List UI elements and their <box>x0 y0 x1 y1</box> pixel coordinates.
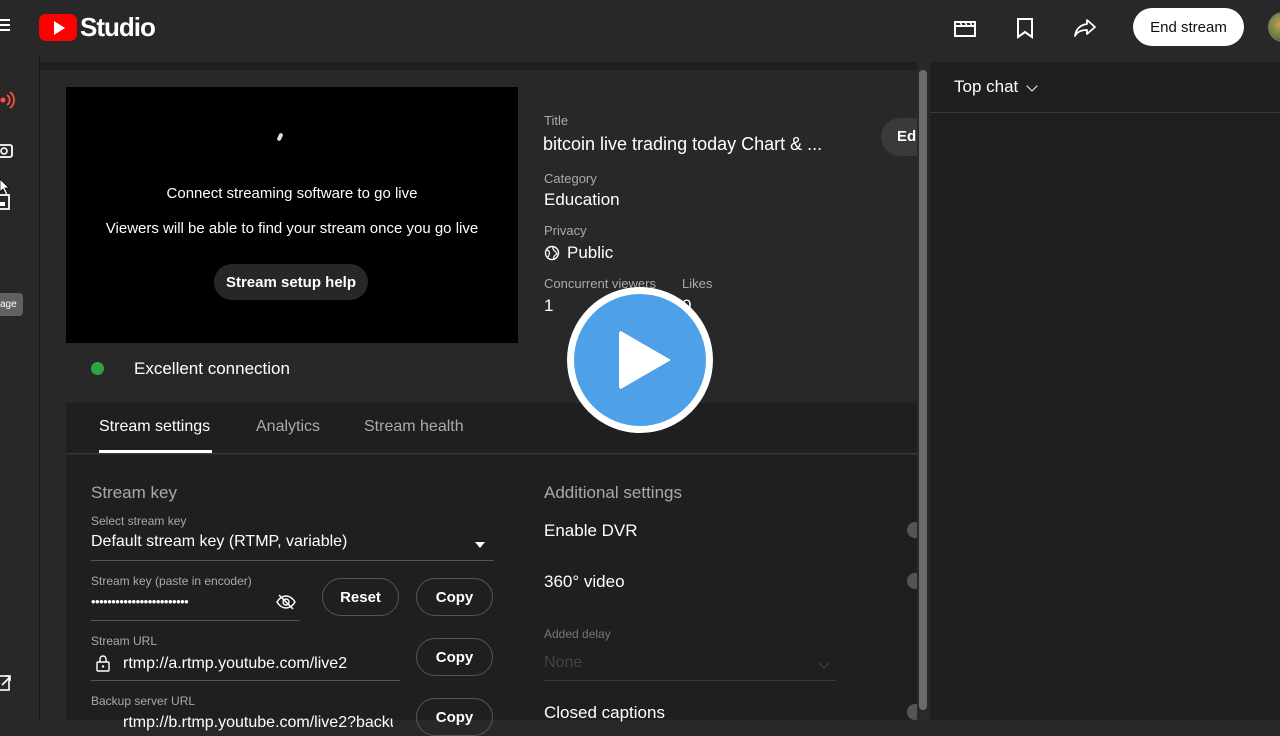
top-bar: Studio End stream <box>0 0 1280 56</box>
likes-label: Likes <box>682 276 713 291</box>
copy-backup-url-button[interactable]: Copy <box>416 698 493 736</box>
main-top-divider <box>40 62 917 70</box>
live-broadcast-icon[interactable] <box>0 90 16 110</box>
stream-key-label: Stream key (paste in encoder) <box>91 574 252 588</box>
additional-settings-heading: Additional settings <box>544 483 682 502</box>
dropdown-arrow-icon[interactable] <box>475 542 485 548</box>
preview-message-primary: Connect streaming software to go live <box>166 185 418 202</box>
stream-key-input[interactable]: •••••••••••••••••••••••• <box>91 594 189 609</box>
video-play-overlay[interactable] <box>567 287 713 433</box>
youtube-play-logo-icon <box>39 14 77 41</box>
added-delay-label: Added delay <box>544 627 611 641</box>
calendar-icon[interactable] <box>0 192 16 212</box>
connection-status: Excellent connection <box>134 359 290 378</box>
end-stream-button[interactable]: End stream <box>1133 8 1244 46</box>
lock-icon <box>95 654 111 672</box>
main-scrollbar-thumb[interactable] <box>919 70 927 710</box>
stream-key-heading: Stream key <box>91 483 177 502</box>
stream-url-input[interactable]: rtmp://a.rtmp.youtube.com/live2 <box>123 655 347 673</box>
category-value: Education <box>544 190 620 209</box>
external-link-icon[interactable] <box>0 673 16 693</box>
menu-icon[interactable] <box>0 16 12 36</box>
privacy-label: Privacy <box>544 223 587 238</box>
select-stream-key-label: Select stream key <box>91 514 187 528</box>
tab-analytics[interactable]: Analytics <box>256 418 320 436</box>
sidebar-tooltip: age <box>0 293 23 316</box>
settings-tabs: Stream settings Analytics Stream health <box>66 403 917 454</box>
copy-stream-key-button[interactable]: Copy <box>416 578 493 616</box>
share-icon[interactable] <box>1071 14 1099 42</box>
select-underline <box>91 560 494 561</box>
loading-spinner-icon <box>276 132 284 142</box>
stream-preview: Connect streaming software to go live Vi… <box>66 87 518 343</box>
tab-stream-settings[interactable]: Stream settings <box>99 418 210 436</box>
reset-stream-key-button[interactable]: Reset <box>322 578 399 616</box>
logo-text: Studio <box>80 12 156 42</box>
edit-button[interactable]: Ed <box>881 118 921 156</box>
stream-url-underline <box>91 680 400 681</box>
live-chat-panel: Top chat <box>929 62 1280 720</box>
preview-message-secondary: Viewers will be able to find your stream… <box>105 220 479 237</box>
stream-key-underline <box>91 620 300 621</box>
title-label: Title <box>544 113 569 128</box>
copy-stream-url-button[interactable]: Copy <box>416 638 493 676</box>
stream-title: bitcoin live trading today Chart & ... <box>543 134 823 154</box>
added-delay-select: None <box>544 654 583 671</box>
enable-dvr-label: Enable DVR <box>544 521 638 540</box>
active-tab-indicator <box>99 450 212 453</box>
stream-setup-help-button[interactable]: Stream setup help <box>214 264 368 300</box>
play-icon <box>619 330 671 390</box>
connection-status-dot <box>91 362 104 375</box>
category-label: Category <box>544 171 597 186</box>
stream-settings-panel: Stream key Select stream key Default str… <box>66 455 923 736</box>
avatar[interactable] <box>1268 12 1280 42</box>
eye-off-icon[interactable] <box>276 593 296 611</box>
play-button-circle <box>574 294 706 426</box>
stream-url-label: Stream URL <box>91 634 158 648</box>
360-video-label: 360° video <box>544 572 625 591</box>
delay-chevron-down-icon <box>818 657 830 669</box>
globe-icon <box>544 245 560 261</box>
youtube-studio-logo[interactable]: Studio <box>39 12 156 43</box>
added-delay-underline <box>544 680 836 681</box>
concurrent-viewers-value: 1 <box>544 296 554 315</box>
chat-header: Top chat <box>930 62 1280 113</box>
chat-chevron-down-icon[interactable] <box>1026 80 1038 92</box>
top-chat-selector[interactable]: Top chat <box>954 77 1018 97</box>
privacy-value: Public <box>567 243 614 262</box>
backup-server-url-label: Backup server URL <box>91 694 196 708</box>
bookmark-icon[interactable] <box>1011 14 1039 42</box>
stream-key-select[interactable]: Default stream key (RTMP, variable) <box>91 533 347 551</box>
backup-server-url-input[interactable]: rtmp://b.rtmp.youtube.com/live2?backup=1 <box>123 714 393 732</box>
tab-stream-health[interactable]: Stream health <box>364 418 464 436</box>
closed-captions-label: Closed captions <box>544 703 665 722</box>
left-sidebar: age <box>0 56 40 720</box>
clapperboard-icon[interactable] <box>951 14 979 42</box>
camera-icon[interactable] <box>0 140 16 160</box>
